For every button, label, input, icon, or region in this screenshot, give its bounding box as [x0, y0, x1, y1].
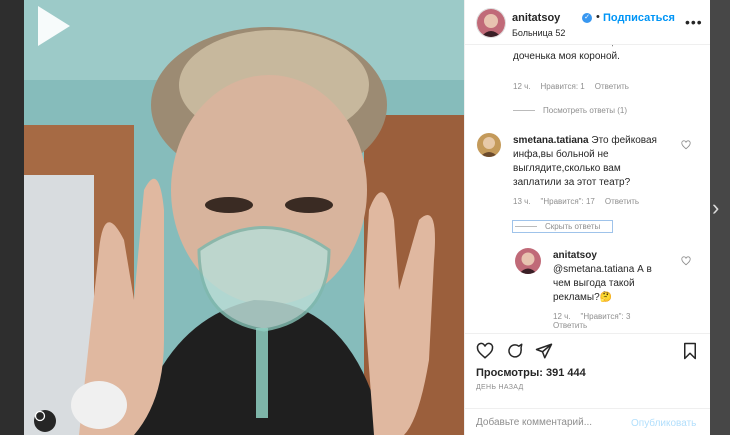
- next-post-arrow-icon[interactable]: ›: [712, 196, 730, 220]
- backdrop-left-edge: [0, 0, 24, 435]
- reply-button[interactable]: Ответить: [553, 321, 587, 330]
- verified-badge-icon: ✓: [582, 13, 592, 23]
- comment-time[interactable]: 12 ч.: [513, 82, 531, 91]
- thread-line: [515, 226, 537, 228]
- heart-icon[interactable]: [476, 342, 494, 360]
- hide-replies-label: Скрыть ответы: [545, 222, 601, 231]
- comment-likes[interactable]: Нравится: 1: [541, 82, 585, 91]
- post-modal: anitatsoy ✓ • Подписаться Больница 52 ••…: [24, 0, 710, 435]
- reply-body: anitatsoy @smetana.tatiana А в чем выгод…: [553, 249, 665, 305]
- hide-replies-button[interactable]: Скрыть ответы: [511, 220, 614, 233]
- comments-list[interactable]: тяжелой пневмонией, я доченька моя корон…: [465, 45, 710, 333]
- view-replies-label: Посмотреть ответы (1): [543, 106, 628, 115]
- comment-meta: 12 ч. Нравится: 1 Ответить: [513, 82, 639, 91]
- comment-likes[interactable]: "Нравится": 17: [541, 197, 595, 206]
- reply-text: @smetana.tatiana А в чем выгода такой ре…: [553, 264, 652, 303]
- post-sidebar: anitatsoy ✓ • Подписаться Больница 52 ••…: [464, 0, 710, 435]
- video-player[interactable]: [24, 0, 464, 435]
- follow-button[interactable]: Подписаться: [603, 12, 675, 24]
- video-frame: [24, 0, 464, 435]
- more-options-icon[interactable]: •••: [685, 14, 703, 30]
- comment-body: smetana.tatiana Это фейковая инфа,вы бол…: [513, 134, 663, 190]
- comment-icon[interactable]: [506, 342, 524, 360]
- play-icon[interactable]: [24, 0, 76, 52]
- bookmark-icon[interactable]: [681, 342, 699, 360]
- avatar[interactable]: [476, 8, 506, 38]
- reply-username[interactable]: anitatsoy: [553, 250, 597, 261]
- comment-like-heart-icon[interactable]: [681, 140, 691, 150]
- thread-line: [513, 110, 535, 112]
- reply-meta: 12 ч. "Нравится": 3 Ответить: [553, 312, 703, 330]
- avatar[interactable]: [477, 133, 501, 157]
- publish-button[interactable]: Опубликовать: [631, 418, 696, 429]
- reply-time[interactable]: 12 ч.: [553, 312, 571, 321]
- post-timestamp[interactable]: ДЕНЬ НАЗАД: [476, 384, 524, 391]
- reply-button[interactable]: Ответить: [605, 197, 639, 206]
- comment-text: тяжелой пневмонией, я доченька моя корон…: [513, 45, 622, 62]
- reply-button[interactable]: Ответить: [595, 82, 629, 91]
- reply-like-heart-icon[interactable]: [681, 256, 691, 266]
- post-header: anitatsoy ✓ • Подписаться Больница 52 ••…: [465, 0, 710, 45]
- comment-time[interactable]: 13 ч.: [513, 197, 531, 206]
- add-comment-bar: Опубликовать: [465, 408, 710, 435]
- post-actions: Просмотры: 391 444 ДЕНЬ НАЗАД Опубликова…: [465, 333, 710, 435]
- comment-meta: 13 ч. "Нравится": 17 Ответить: [513, 197, 649, 206]
- avatar[interactable]: [515, 248, 541, 274]
- video-indicator-icon: [34, 410, 56, 432]
- share-icon[interactable]: [535, 342, 553, 360]
- view-count[interactable]: Просмотры: 391 444: [476, 367, 586, 379]
- location-link[interactable]: Больница 52: [512, 28, 565, 38]
- view-replies-button[interactable]: Посмотреть ответы (1): [513, 106, 637, 115]
- reply-likes[interactable]: "Нравится": 3: [581, 312, 631, 321]
- author-username[interactable]: anitatsoy: [512, 12, 560, 24]
- separator-dot: •: [596, 11, 600, 23]
- add-comment-input[interactable]: [476, 417, 626, 428]
- comment-username[interactable]: smetana.tatiana: [513, 135, 589, 146]
